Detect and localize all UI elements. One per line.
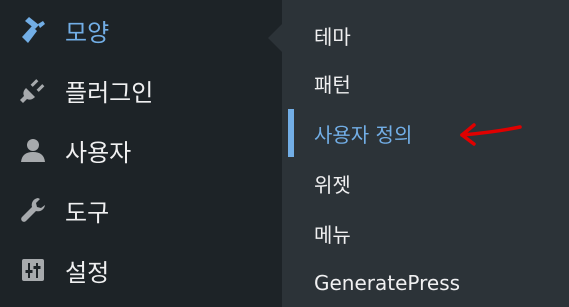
sidebar-item-settings[interactable]: 설정: [0, 240, 282, 300]
red-arrow-icon: [460, 123, 522, 146]
sidebar-item-label: 사용자: [65, 138, 132, 167]
submenu-item-patterns[interactable]: 패턴: [282, 60, 569, 106]
submenu-item-label: 위젯: [314, 172, 351, 197]
sidebar-item-label: 플러그인: [65, 78, 154, 107]
submenu-item-generatepress[interactable]: GeneratePress: [282, 260, 569, 306]
sidebar-item-label: 모양: [65, 18, 110, 47]
submenu-item-menus[interactable]: 메뉴: [282, 210, 569, 256]
submenu-pointer: [268, 24, 282, 52]
sidebar-item-plugins[interactable]: 플러그인: [0, 60, 282, 120]
sidebar-item-label: 도구: [65, 198, 110, 227]
paintbrush-icon: [18, 15, 48, 45]
submenu-item-label: 테마: [314, 24, 351, 49]
submenu-item-label: 사용자 정의: [314, 122, 413, 147]
sidebar-item-tools[interactable]: 도구: [0, 180, 282, 240]
submenu-item-themes[interactable]: 테마: [282, 12, 569, 58]
sidebar-item-users[interactable]: 사용자: [0, 120, 282, 180]
sidebar-item-appearance[interactable]: 모양: [0, 0, 282, 60]
submenu-item-label: 패턴: [314, 72, 351, 97]
wrench-icon: [18, 195, 48, 225]
submenu-item-label: GeneratePress: [314, 271, 461, 295]
admin-sidebar: 모양 플러그인 사용자 도구 설정: [0, 0, 282, 307]
submenu-item-widgets[interactable]: 위젯: [282, 160, 569, 206]
submenu-item-label: 메뉴: [314, 222, 351, 247]
sidebar-item-label: 설정: [65, 258, 110, 287]
settings-sliders-icon: [18, 255, 48, 285]
plugin-plug-icon: [18, 75, 48, 105]
user-icon: [18, 135, 48, 165]
